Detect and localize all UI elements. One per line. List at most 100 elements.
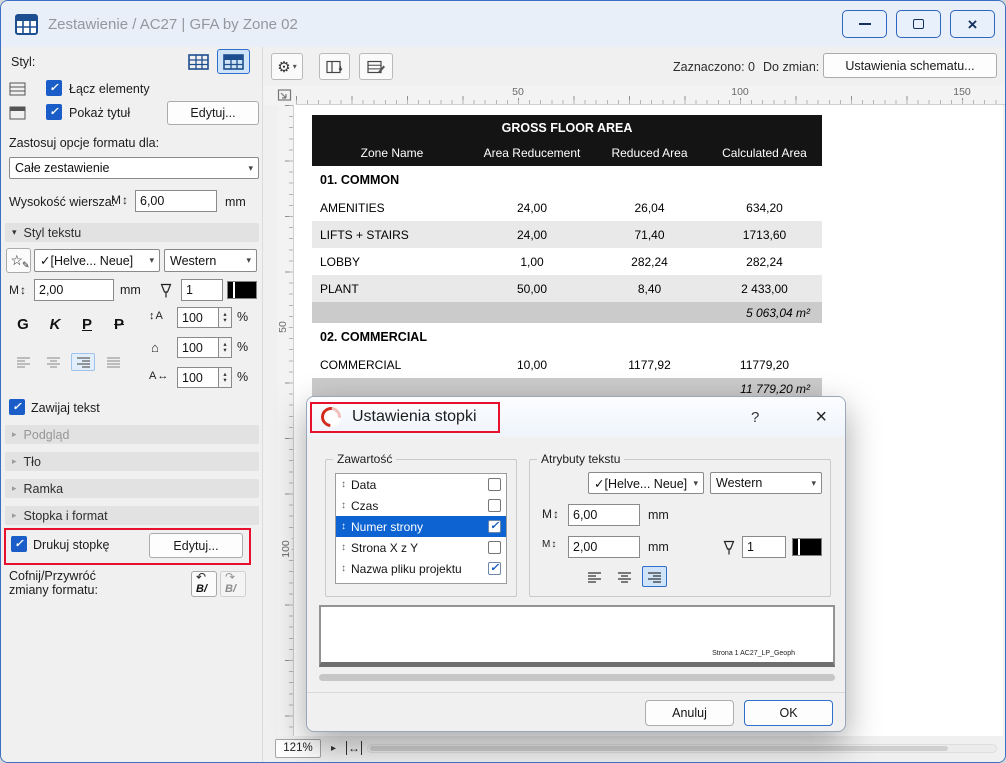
scheme-settings-button[interactable]: Ustawienia schematu... [823, 53, 997, 78]
preview-scrollbar[interactable] [319, 674, 835, 681]
list-item-data[interactable]: ↕ Data ✓ [336, 474, 506, 495]
dialog-align-center-button[interactable] [612, 566, 637, 587]
group-header[interactable]: 02. COMMERCIAL [312, 323, 822, 351]
table-row[interactable]: LIFTS + STAIRS 24,00 71,40 1713,60 [312, 221, 822, 248]
section-frame[interactable]: ▸ Ramka [5, 479, 259, 498]
favorites-button[interactable]: ☆ ✎ [6, 248, 31, 273]
group-header[interactable]: 01. COMMON [312, 166, 822, 194]
list-item-numer-strony[interactable]: ↕ Numer strony ✓ [336, 516, 506, 537]
dialog-script-dropdown[interactable]: Western ▾ [710, 472, 822, 494]
section-footer-format[interactable]: ▸ Stopka i format [5, 506, 259, 525]
item-checkbox[interactable]: ✓ [488, 541, 501, 554]
list-item-czas[interactable]: ↕ Czas ✓ [336, 495, 506, 516]
content-group: Zawartość ↕ Data ✓ ↕ Czas ✓ ↕ Numer stro… [325, 459, 517, 597]
item-checkbox[interactable]: ✓ [488, 478, 501, 491]
section-text-style[interactable]: ▾ Styl tekstu [5, 223, 259, 242]
align-center-button[interactable] [41, 353, 65, 371]
drag-handle-icon[interactable]: ↕ [341, 521, 346, 532]
row-height-input[interactable] [135, 190, 217, 212]
item-checkbox[interactable]: ✓ [488, 562, 501, 575]
wrap-text-checkbox[interactable]: ✓ [9, 399, 25, 415]
zoom-menu-button[interactable]: ▸ [326, 739, 341, 758]
pen-color-swatch[interactable] [227, 281, 257, 299]
script-dropdown[interactable]: Western ▾ [164, 249, 257, 272]
font-size-input[interactable] [34, 279, 114, 301]
align-justify-icon [106, 356, 121, 368]
ok-button[interactable]: OK [744, 700, 833, 726]
edit-footer-button[interactable]: Edytuj... [149, 533, 243, 558]
dialog-pen-color-swatch[interactable] [792, 538, 822, 556]
maximize-button[interactable] [896, 10, 941, 38]
align-justify-button[interactable] [101, 353, 125, 371]
pen-number-input[interactable] [181, 279, 223, 301]
line-spacing-input[interactable] [177, 307, 219, 328]
dialog-close-icon[interactable]: × [815, 407, 827, 427]
vruler-label-100: 100 [280, 538, 292, 560]
table-row[interactable]: LOBBY 1,00 282,24 282,24 [312, 248, 822, 275]
edit-scheme-button[interactable] [359, 53, 393, 80]
drag-handle-icon[interactable]: ↕ [341, 563, 346, 574]
style-grid-button-2[interactable] [217, 49, 250, 74]
ruler-origin-button[interactable] [275, 86, 294, 104]
item-checkbox[interactable]: ✓ [488, 499, 501, 512]
drag-handle-icon[interactable]: ↕ [341, 479, 346, 490]
minimize-button[interactable] [842, 10, 887, 38]
table-header-row[interactable]: Zone Name Area Reducement Reduced Area C… [312, 140, 822, 166]
merge-elements-checkbox[interactable]: ✓ [46, 80, 62, 96]
italic-button[interactable]: K [41, 311, 69, 337]
list-item-nazwa-pliku[interactable]: ↕ Nazwa pliku projektu ✓ [336, 558, 506, 579]
caps-height-input[interactable] [177, 337, 219, 358]
content-group-label: Zawartość [333, 452, 396, 466]
group-total-value: 11 779,20 m² [740, 382, 810, 396]
group-total-row[interactable]: 5 063,04 m² [312, 302, 822, 323]
style-grid-button-1[interactable] [182, 49, 215, 74]
check-icon: ✓ [14, 539, 23, 550]
zoom-level[interactable]: 121% [275, 739, 321, 758]
close-button[interactable]: × [950, 10, 995, 38]
cancel-button[interactable]: Anuluj [645, 700, 734, 726]
print-footer-checkbox[interactable]: ✓ [11, 536, 27, 552]
section-preview[interactable]: ▸ Podgląd [5, 425, 259, 444]
table-title: GROSS FLOOR AREA [312, 115, 822, 140]
bold-button[interactable]: G [9, 311, 37, 337]
list-item-strona-x-z-y[interactable]: ↕ Strona X z Y ✓ [336, 537, 506, 558]
help-button[interactable]: ? [751, 409, 759, 426]
dialog-align-right-button[interactable] [642, 566, 667, 587]
scrollbar-thumb[interactable] [370, 746, 948, 751]
undo-format-button[interactable]: ↶ B/ [191, 571, 217, 597]
align-right-button[interactable] [71, 353, 95, 371]
drag-handle-icon[interactable]: ↕ [341, 500, 346, 511]
edit-title-button[interactable]: Edytuj... [167, 101, 259, 125]
vruler-label-50: 50 [277, 319, 289, 335]
table-row[interactable]: PLANT 50,00 8,40 2 433,00 [312, 275, 822, 302]
tracking-input[interactable] [177, 367, 219, 388]
redo-format-button[interactable]: ↷ B/ [220, 571, 246, 597]
field-options-button[interactable] [319, 53, 350, 80]
dialog-pen-number-input[interactable] [742, 536, 786, 558]
font-value: ✓[Helve... Neue] [40, 253, 146, 268]
table-row[interactable]: COMMERCIAL 10,00 1177,92 11779,20 [312, 351, 822, 378]
section-background[interactable]: ▸ Tło [5, 452, 259, 471]
font-dropdown[interactable]: ✓[Helve... Neue] ▾ [34, 249, 160, 272]
caps-height-stepper[interactable]: ▴▾ [219, 337, 232, 358]
format-scope-dropdown[interactable]: Całe zestawienie ▾ [9, 157, 259, 179]
align-left-button[interactable] [11, 353, 35, 371]
horizontal-scrollbar[interactable] [367, 744, 997, 753]
cell-reduced: 71,40 [592, 228, 707, 242]
underline-button[interactable]: P [73, 311, 101, 337]
tracking-stepper[interactable]: ▴▾ [219, 367, 232, 388]
table-row[interactable]: AMENITIES 24,00 26,04 634,20 [312, 194, 822, 221]
settings-gear-button[interactable]: ⚙ ▾ [271, 53, 303, 80]
dialog-row-height-input[interactable] [568, 504, 640, 526]
drag-handle-icon[interactable]: ↕ [341, 542, 346, 553]
dialog-font-dropdown[interactable]: ✓[Helve... Neue] ▾ [588, 472, 704, 494]
dialog-font-size-input[interactable] [568, 536, 640, 558]
check-icon: ✓ [12, 402, 21, 413]
line-spacing-stepper[interactable]: ▴▾ [219, 307, 232, 328]
vertical-ruler: 50 100 [278, 105, 294, 736]
strikethrough-button[interactable]: P [105, 311, 133, 337]
item-checkbox[interactable]: ✓ [488, 520, 501, 533]
show-title-checkbox[interactable]: ✓ [46, 104, 62, 120]
fit-width-button[interactable]: ↔ [346, 741, 362, 755]
dialog-align-left-button[interactable] [582, 566, 607, 587]
